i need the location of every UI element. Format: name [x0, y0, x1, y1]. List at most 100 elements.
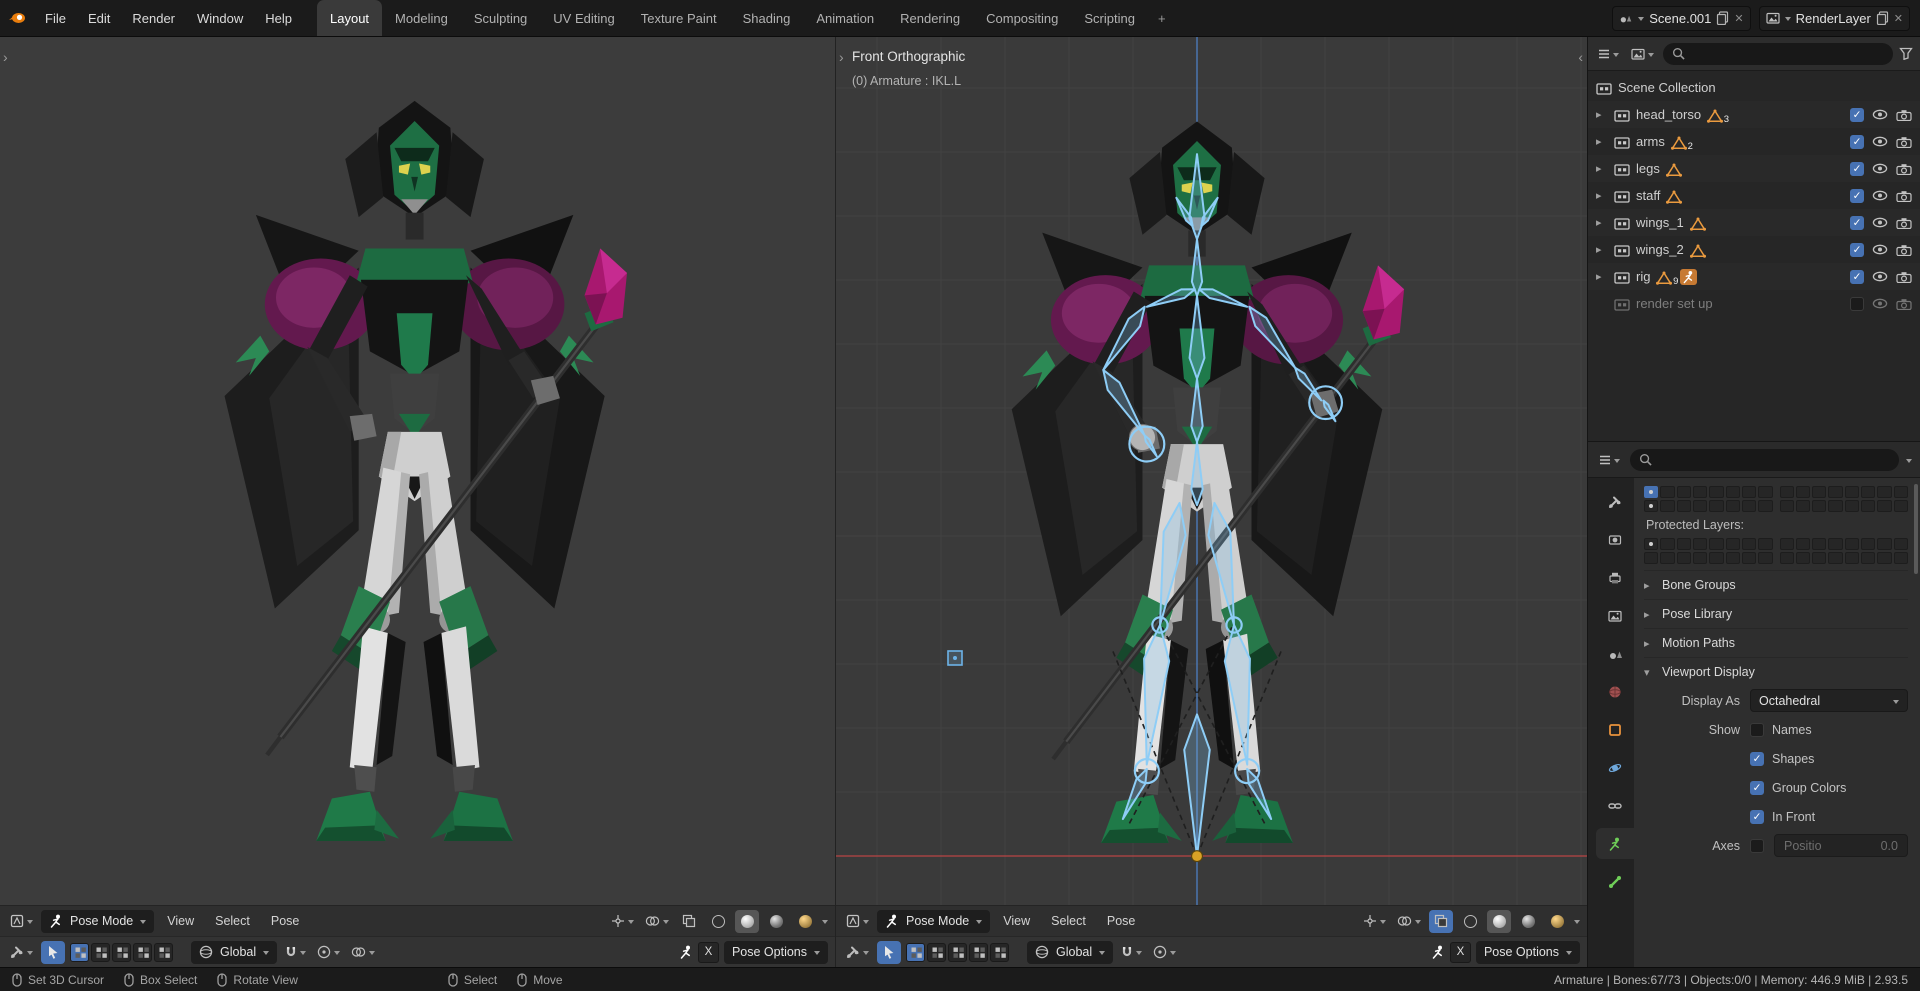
- tab-world[interactable]: [1596, 676, 1634, 707]
- select-menu[interactable]: Select: [207, 906, 258, 936]
- eye-icon[interactable]: [1872, 136, 1888, 147]
- tab-rendering[interactable]: Rendering: [887, 0, 973, 36]
- select-invert-button[interactable]: [133, 942, 152, 962]
- mirror-x-button[interactable]: X: [1449, 941, 1471, 963]
- disclosure-icon[interactable]: ▸: [1596, 270, 1608, 283]
- shading-wireframe-button[interactable]: [706, 910, 730, 933]
- exclude-checkbox[interactable]: [1850, 215, 1864, 230]
- disclosure-icon[interactable]: ▸: [1596, 216, 1608, 229]
- group-colors-checkbox[interactable]: [1750, 780, 1764, 795]
- mode-dropdown[interactable]: Pose Mode: [877, 909, 991, 933]
- layer-cell[interactable]: [1812, 486, 1827, 498]
- add-workspace-button[interactable]: +: [1148, 0, 1176, 36]
- layer-cell[interactable]: [1861, 552, 1876, 564]
- outliner-row-staff[interactable]: ▸ staff: [1588, 182, 1920, 209]
- remove-view-layer-icon[interactable]: ✕: [1894, 12, 1903, 25]
- layer-cell[interactable]: [1877, 552, 1892, 564]
- camera-icon[interactable]: [1896, 217, 1912, 229]
- outliner-filter-mode-button[interactable]: [1628, 42, 1657, 65]
- tab-layout[interactable]: Layout: [317, 0, 383, 36]
- eye-icon[interactable]: [1872, 271, 1888, 282]
- outliner-row-arms[interactable]: ▸ arms 2: [1588, 128, 1920, 155]
- tab-view-layer[interactable]: [1596, 600, 1634, 631]
- exclude-checkbox[interactable]: [1850, 107, 1864, 122]
- layer-cell[interactable]: [1828, 500, 1843, 512]
- layer-cell[interactable]: [1861, 500, 1876, 512]
- menu-render[interactable]: Render: [121, 0, 186, 36]
- select-menu[interactable]: Select: [1043, 906, 1094, 936]
- layer-cell[interactable]: [1893, 486, 1908, 498]
- exclude-checkbox[interactable]: [1850, 161, 1864, 176]
- layer-cell[interactable]: [1758, 500, 1773, 512]
- menu-help[interactable]: Help: [254, 0, 303, 36]
- proportional-edit-button[interactable]: [314, 941, 343, 964]
- layer-cell[interactable]: [1877, 538, 1892, 550]
- view-menu[interactable]: View: [159, 906, 202, 936]
- region-toggle-icon[interactable]: ›: [839, 49, 844, 65]
- tab-compositing[interactable]: Compositing: [973, 0, 1071, 36]
- layer-cell[interactable]: [1758, 552, 1773, 564]
- menu-edit[interactable]: Edit: [77, 0, 121, 36]
- shapes-checkbox[interactable]: [1750, 751, 1764, 766]
- active-tool-button[interactable]: [843, 941, 872, 964]
- exclude-checkbox[interactable]: [1850, 134, 1864, 149]
- tab-object-data-armature[interactable]: [1596, 828, 1634, 859]
- scene-selector[interactable]: Scene.001 ✕: [1612, 5, 1751, 31]
- chevron-down-icon[interactable]: [1906, 458, 1912, 466]
- eye-icon[interactable]: [1872, 244, 1888, 255]
- camera-icon[interactable]: [1896, 244, 1912, 256]
- layer-cell[interactable]: [1812, 500, 1827, 512]
- xray-toggle-button[interactable]: [677, 910, 701, 933]
- tab-sculpting[interactable]: Sculpting: [461, 0, 540, 36]
- show-overlays-button[interactable]: [1394, 910, 1424, 933]
- snap-button[interactable]: [1118, 941, 1145, 964]
- axes-checkbox[interactable]: [1750, 838, 1764, 853]
- shading-material-button[interactable]: [764, 910, 788, 933]
- filter-icon[interactable]: [1899, 47, 1913, 60]
- outliner-row-scene-collection[interactable]: Scene Collection: [1588, 74, 1920, 101]
- select-set-button[interactable]: [906, 942, 925, 962]
- layer-cell[interactable]: [1795, 538, 1811, 550]
- layer-cell[interactable]: [1844, 500, 1860, 512]
- camera-icon[interactable]: [1896, 109, 1912, 121]
- select-subtract-button[interactable]: [948, 942, 967, 962]
- layer-cell[interactable]: [1676, 486, 1691, 498]
- layer-cell[interactable]: [1709, 486, 1724, 498]
- mirror-x-button[interactable]: X: [697, 941, 719, 963]
- layer-cell[interactable]: [1861, 486, 1876, 498]
- cursor-tool-button[interactable]: [877, 940, 901, 964]
- eye-icon[interactable]: [1872, 163, 1888, 174]
- unlink-scene-icon[interactable]: ✕: [1734, 12, 1743, 25]
- exclude-checkbox[interactable]: [1850, 188, 1864, 203]
- panel-pose-library[interactable]: ▸ Pose Library: [1644, 599, 1908, 628]
- layer-cell[interactable]: [1828, 538, 1843, 550]
- view-layer-selector[interactable]: RenderLayer ✕: [1758, 5, 1910, 31]
- active-tool-button[interactable]: [7, 941, 36, 964]
- layer-cell[interactable]: [1795, 486, 1811, 498]
- select-set-button[interactable]: [70, 942, 89, 962]
- viewport-canvas[interactable]: [836, 37, 1588, 967]
- eye-icon[interactable]: [1872, 190, 1888, 201]
- exclude-checkbox[interactable]: [1850, 296, 1864, 311]
- layer-cell[interactable]: [1893, 538, 1908, 550]
- show-overlays-button[interactable]: [642, 910, 672, 933]
- camera-icon[interactable]: [1896, 298, 1912, 310]
- tab-modeling[interactable]: Modeling: [382, 0, 461, 36]
- layer-cell[interactable]: [1795, 552, 1811, 564]
- display-as-dropdown[interactable]: Octahedral: [1750, 689, 1908, 712]
- blender-logo-icon[interactable]: [0, 0, 34, 36]
- tab-output[interactable]: [1596, 562, 1634, 593]
- outliner-display-mode-button[interactable]: [1595, 42, 1622, 65]
- pose-menu[interactable]: Pose: [1099, 906, 1144, 936]
- select-extend-button[interactable]: [91, 942, 110, 962]
- outliner-row-wings-1[interactable]: ▸ wings_1: [1588, 209, 1920, 236]
- eye-icon[interactable]: [1872, 109, 1888, 120]
- outliner-row-head-torso[interactable]: ▸ head_torso 3: [1588, 101, 1920, 128]
- layer-cell[interactable]: [1725, 552, 1740, 564]
- tab-physics[interactable]: [1596, 752, 1634, 783]
- select-extend-button[interactable]: [927, 942, 946, 962]
- editor-type-button[interactable]: [7, 910, 36, 933]
- tab-render[interactable]: [1596, 524, 1634, 555]
- layer-cell[interactable]: [1644, 538, 1659, 550]
- mode-dropdown[interactable]: Pose Mode: [41, 909, 155, 933]
